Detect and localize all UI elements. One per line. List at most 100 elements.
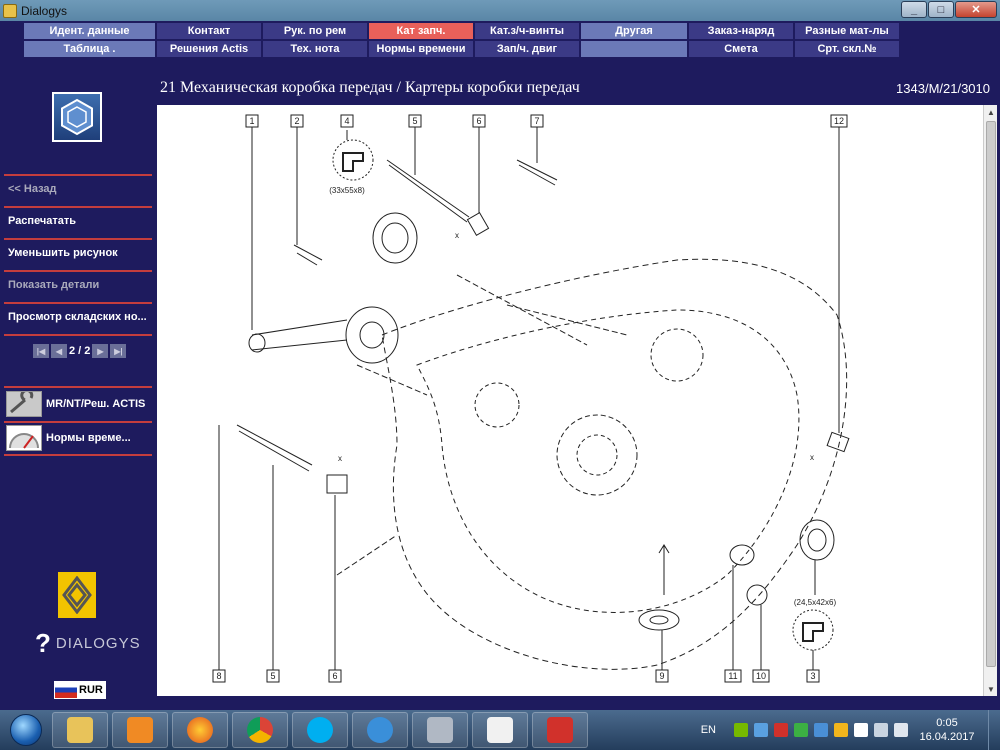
- menu-empty: [581, 41, 688, 57]
- volume-icon[interactable]: [894, 723, 908, 737]
- scroll-up-icon[interactable]: ▲: [984, 105, 998, 119]
- system-tray: EN 0:05 16.04.2017: [701, 710, 1000, 750]
- media-player-icon: [127, 717, 153, 743]
- folder-icon: [67, 717, 93, 743]
- close-button[interactable]: ✕: [955, 1, 997, 18]
- top-menu: Идент. данные Контакт Рук. по рем Кат за…: [0, 21, 1000, 60]
- pdf-tray-icon[interactable]: [774, 723, 788, 737]
- first-page-button[interactable]: |◀: [33, 344, 49, 358]
- actis-tool-button[interactable]: MR/NT/Реш. ACTIS: [6, 388, 146, 418]
- vertical-scrollbar[interactable]: ▲ ▼: [983, 105, 997, 696]
- taskbar-java[interactable]: [472, 712, 528, 748]
- start-button[interactable]: [4, 711, 48, 749]
- security-icon[interactable]: [794, 723, 808, 737]
- callout-top: 1: [249, 116, 254, 126]
- separator: [4, 386, 152, 388]
- menu-labor-times[interactable]: Нормы времени: [369, 41, 474, 57]
- taskbar-ie[interactable]: [352, 712, 408, 748]
- clock-time: 0:05: [936, 717, 958, 729]
- actis-tool-label: MR/NT/Реш. ACTIS: [46, 398, 146, 410]
- language-indicator[interactable]: EN: [701, 724, 716, 736]
- back-link[interactable]: << Назад: [8, 183, 57, 195]
- display-icon[interactable]: [874, 723, 888, 737]
- menu-repair-manual[interactable]: Рук. по рем: [263, 23, 368, 39]
- show-details-link[interactable]: Показать детали: [8, 279, 99, 291]
- page-reference: 1343/M/21/3010: [896, 81, 990, 96]
- show-desktop-button[interactable]: [988, 710, 1000, 750]
- menu-engine-parts[interactable]: Зап/ч. двиг: [475, 41, 580, 57]
- app-icon: [3, 3, 17, 18]
- minimize-button[interactable]: _: [901, 1, 927, 18]
- stock-view-link[interactable]: Просмотр складских но...: [8, 311, 147, 323]
- gauge-icon: [6, 425, 42, 451]
- separator: [4, 238, 152, 240]
- window-controls: _ □ ✕: [901, 1, 997, 18]
- menu-misc-materials[interactable]: Разные мат-лы: [795, 23, 900, 39]
- taskbar-media[interactable]: [112, 712, 168, 748]
- callout-bottom: 8: [216, 671, 221, 681]
- taskbar-skype[interactable]: [292, 712, 348, 748]
- sidebar: << Назад Распечатать Уменьшить рисунок П…: [0, 60, 156, 710]
- menu-actis-solutions[interactable]: Решения Actis: [157, 41, 262, 57]
- keyboard-icon: [427, 717, 453, 743]
- callout-bottom: 9: [659, 671, 664, 681]
- zoom-out-link[interactable]: Уменьшить рисунок: [8, 247, 118, 259]
- window-title: Dialogys: [21, 3, 68, 18]
- windows-logo-icon: [10, 714, 42, 746]
- last-page-button[interactable]: ▶|: [110, 344, 127, 358]
- firefox-icon: [187, 717, 213, 743]
- menu-table[interactable]: Таблица .: [24, 41, 156, 57]
- currency-selector[interactable]: RUR: [54, 681, 106, 699]
- next-page-button[interactable]: ▶: [92, 344, 109, 358]
- menu-estimate[interactable]: Смета: [689, 41, 794, 57]
- internet-explorer-icon: [367, 717, 393, 743]
- update-icon[interactable]: [814, 723, 828, 737]
- taskbar-keyboard[interactable]: [412, 712, 468, 748]
- menu-other[interactable]: Другая: [581, 23, 688, 39]
- page-indicator: 2 / 2: [69, 345, 91, 357]
- menu-work-order[interactable]: Заказ-наряд: [689, 23, 794, 39]
- callout-top: 6: [476, 116, 481, 126]
- menu-contact[interactable]: Контакт: [157, 23, 262, 39]
- warning-icon[interactable]: [834, 723, 848, 737]
- callout-top: 2: [294, 116, 299, 126]
- page-navigator: |◀ ◀ 2 / 2 ▶ ▶|: [33, 343, 127, 359]
- maximize-button[interactable]: □: [928, 1, 954, 18]
- menu-stock-number[interactable]: Срт. скл.№: [795, 41, 900, 57]
- menu-screws-catalog[interactable]: Кат.з/ч-винты: [475, 23, 580, 39]
- nvidia-icon[interactable]: [734, 723, 748, 737]
- taskbar-pdf[interactable]: [532, 712, 588, 748]
- page-title: 21 Механическая коробка передач / Картер…: [160, 79, 580, 96]
- callout-top: 7: [534, 116, 539, 126]
- gearbox-diagram: 1 2 4 5 6 7 12 8 5 6 9 11 10 3 (33x55x8)…: [212, 114, 850, 683]
- taskbar-chrome[interactable]: [232, 712, 288, 748]
- currency-label: RUR: [79, 684, 103, 696]
- separator: [4, 421, 152, 423]
- clock[interactable]: 0:05 16.04.2017: [914, 716, 980, 744]
- x-mark: x: [810, 453, 814, 462]
- menu-ident-data[interactable]: Идент. данные: [24, 23, 156, 39]
- skype-icon: [307, 717, 333, 743]
- flag-icon[interactable]: [854, 723, 868, 737]
- labor-times-tool-button[interactable]: Нормы време...: [6, 424, 131, 452]
- russia-flag-icon: [55, 682, 77, 698]
- network-icon[interactable]: [754, 723, 768, 737]
- chrome-icon: [247, 717, 273, 743]
- taskbar-firefox[interactable]: [172, 712, 228, 748]
- callout-bottom: 3: [810, 671, 815, 681]
- scroll-down-icon[interactable]: ▼: [984, 682, 998, 696]
- menu-tech-note[interactable]: Тех. нота: [263, 41, 368, 57]
- prev-page-button[interactable]: ◀: [51, 344, 67, 358]
- scroll-thumb[interactable]: [986, 121, 996, 667]
- menu-parts-catalog[interactable]: Кат запч.: [369, 23, 474, 39]
- separator: [4, 174, 152, 176]
- java-icon: [487, 717, 513, 743]
- wrench-icon: [6, 388, 42, 417]
- print-link[interactable]: Распечатать: [8, 215, 76, 227]
- x-mark: x: [338, 454, 342, 463]
- exploded-view-drawing[interactable]: 1 2 4 5 6 7 12 8 5 6 9 11 10 3 (33x55x8)…: [157, 105, 983, 696]
- taskbar: EN 0:05 16.04.2017: [0, 710, 1000, 750]
- clock-date: 16.04.2017: [919, 731, 975, 743]
- taskbar-explorer[interactable]: [52, 712, 108, 748]
- separator: [4, 334, 152, 336]
